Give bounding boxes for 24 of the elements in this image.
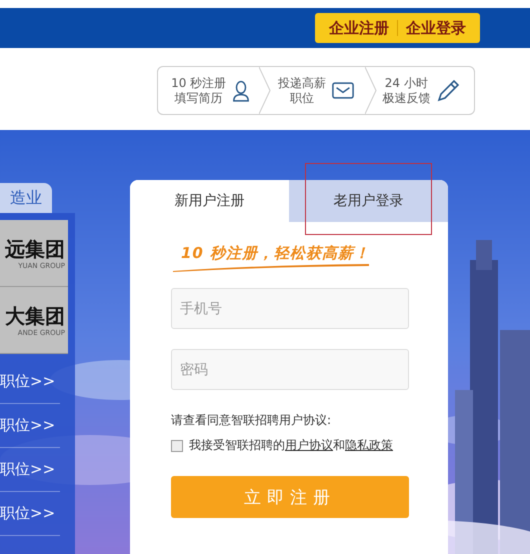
mail-icon: [332, 82, 354, 99]
agreement-prompt: 请查看同意智联招聘用户协议:: [171, 412, 332, 429]
policy-link[interactable]: 隐私政策: [345, 438, 393, 452]
pencil-icon: [436, 78, 460, 102]
header-link[interactable]: 企业注册: [321, 18, 397, 38]
checkbox[interactable]: [171, 440, 183, 452]
person-icon: [232, 80, 250, 102]
jobs-link[interactable]: 职位>>: [0, 492, 60, 536]
jobs-link[interactable]: 职位>>: [0, 360, 60, 404]
step-label: 投递高薪 职位: [278, 76, 326, 106]
logo-name: 大集团: [5, 303, 65, 329]
form-tab[interactable]: 老用户登录: [289, 180, 448, 222]
step-label: 10 秒注册 填写简历: [171, 76, 226, 106]
category-tab[interactable]: 造业: [0, 183, 52, 213]
header-link[interactable]: 企业登录: [398, 18, 474, 38]
jobs-link[interactable]: 职位>>: [0, 404, 60, 448]
logo-name: 远集团: [5, 236, 65, 262]
policy-link[interactable]: 用户协议: [285, 438, 333, 452]
slogan: 10 秒注册，轻松获高薪！: [180, 244, 370, 263]
input-field[interactable]: 密码: [171, 349, 409, 390]
jobs-link[interactable]: 职位>>: [0, 448, 60, 492]
step-label: 24 小时 极速反馈: [382, 76, 430, 106]
agreement-text: 我接受智联招聘的用户协议和隐私政策: [189, 437, 393, 454]
input-field[interactable]: 手机号: [171, 288, 409, 329]
